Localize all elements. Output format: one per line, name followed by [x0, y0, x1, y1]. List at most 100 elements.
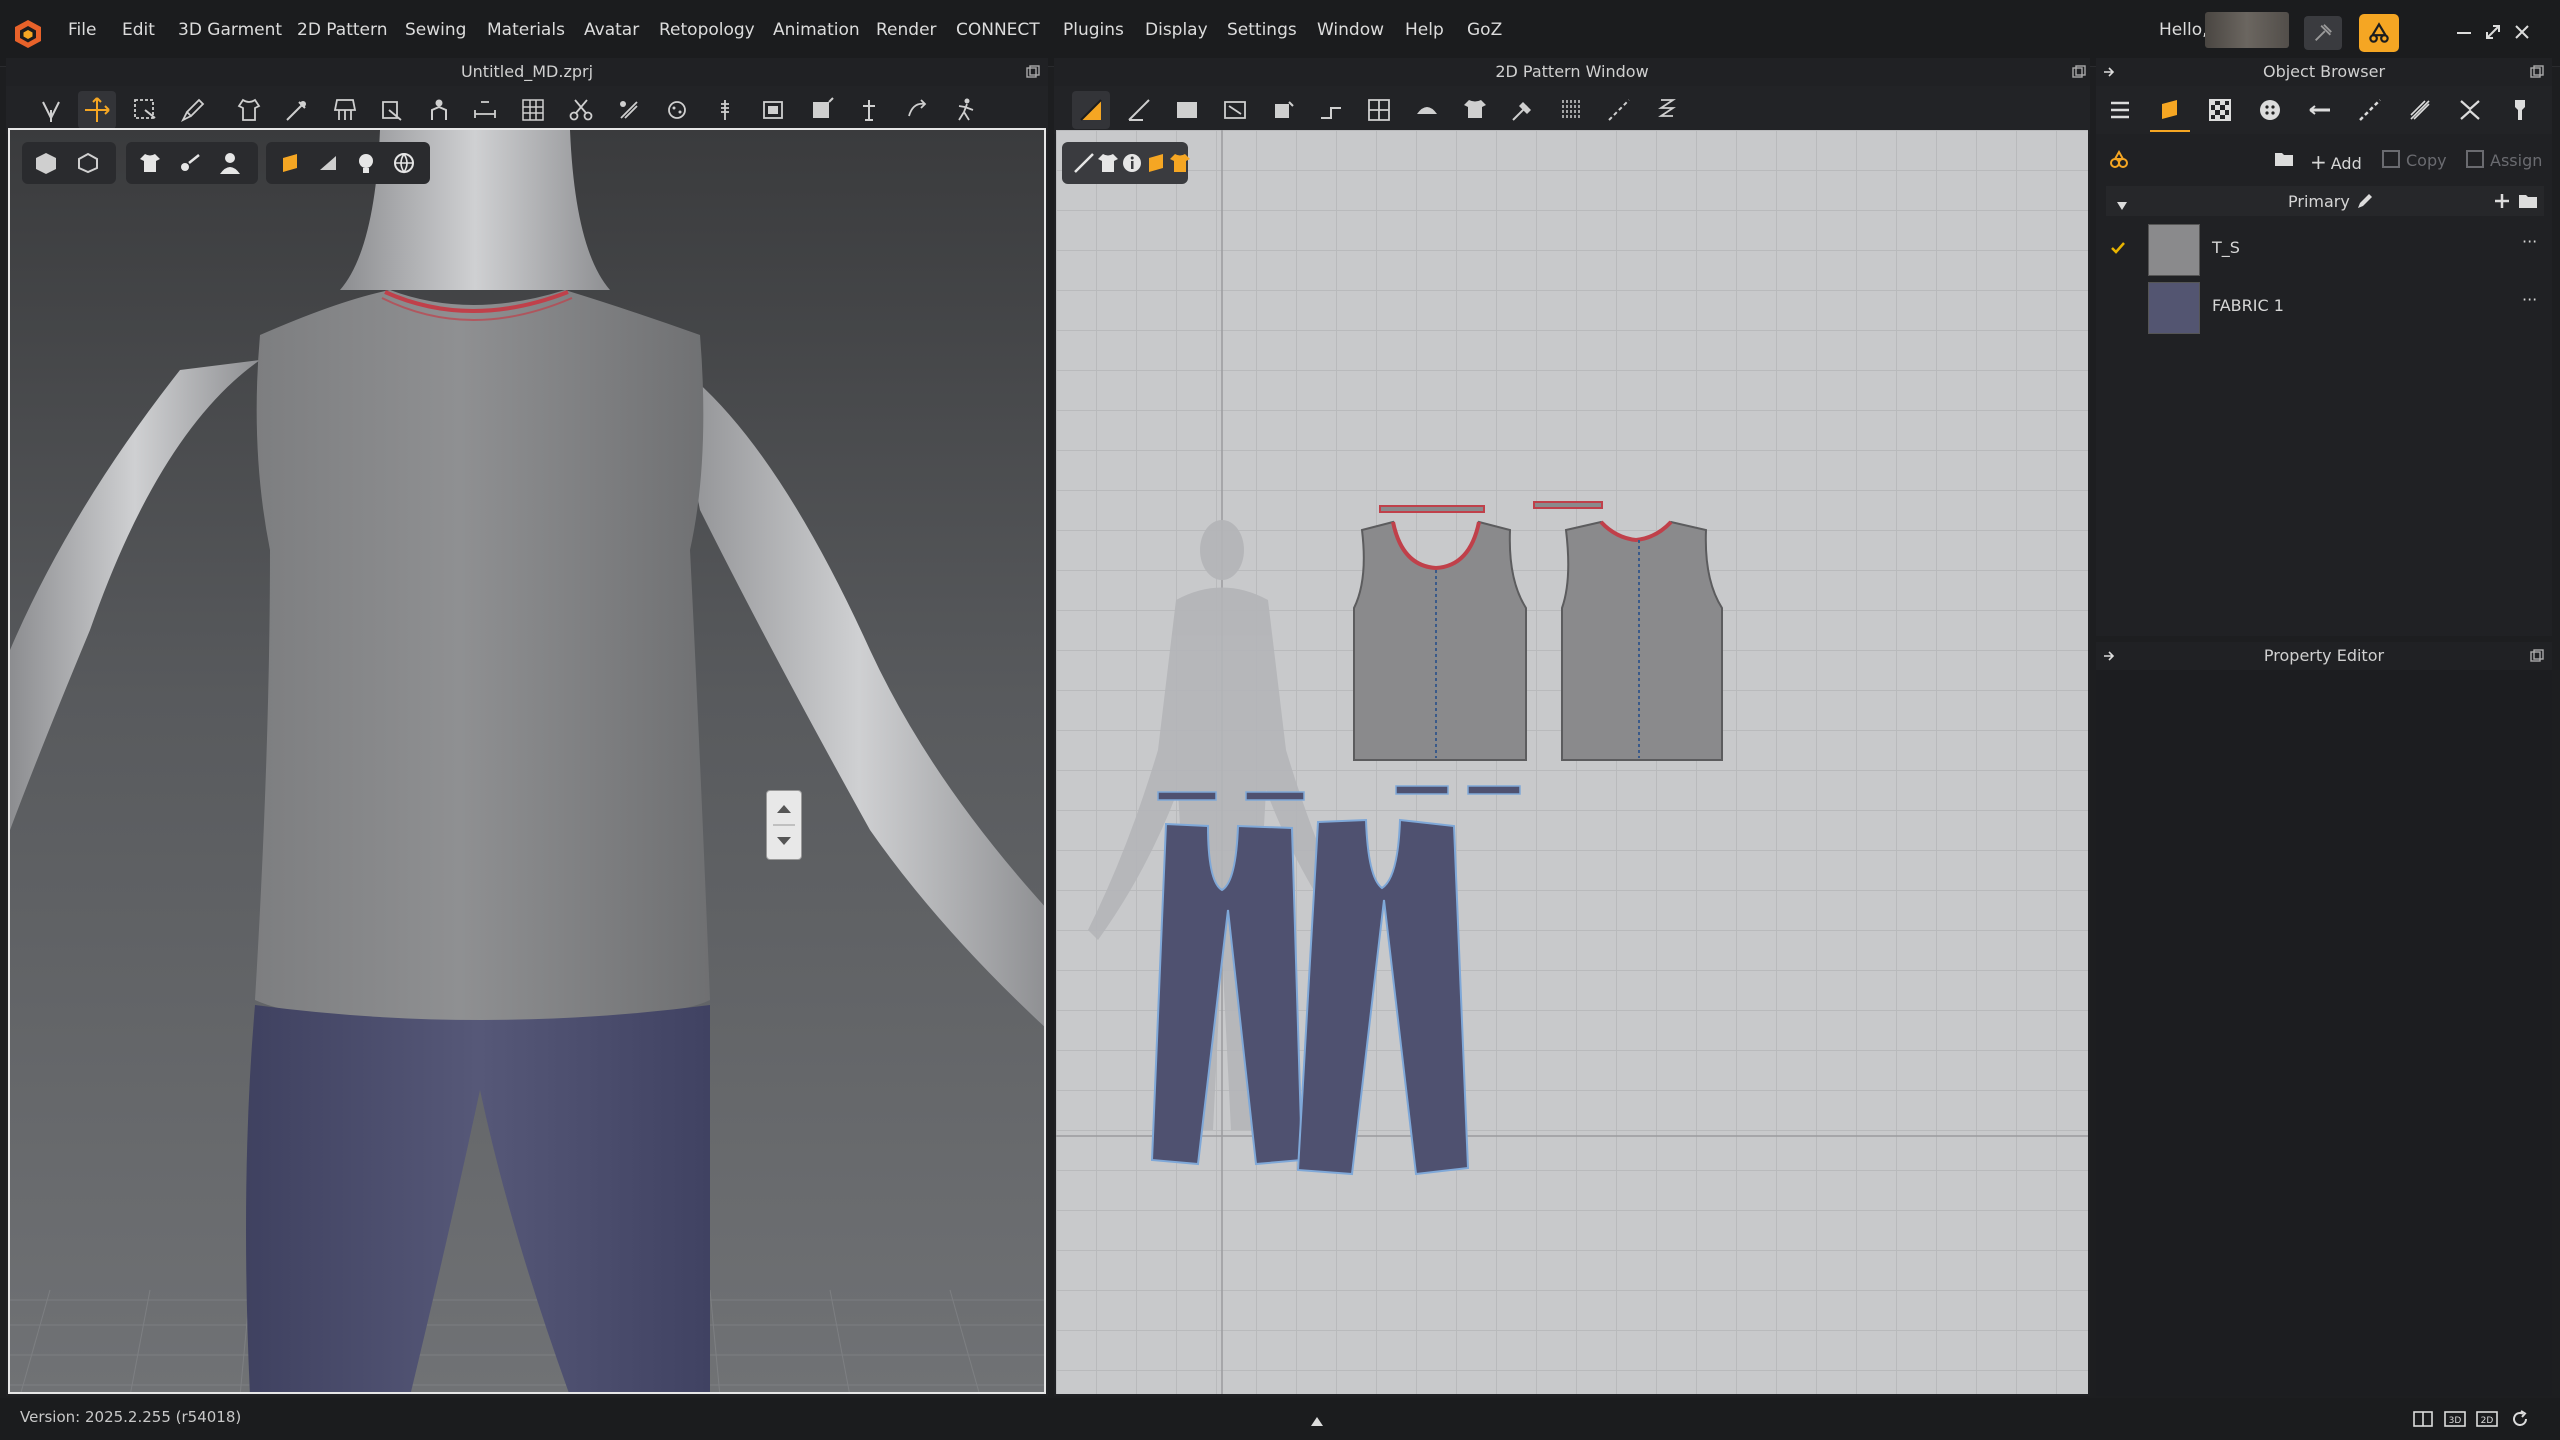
topstitch-tab-icon[interactable] [2350, 90, 2390, 130]
undock-icon[interactable] [2530, 648, 2544, 662]
assign-button[interactable]: Assign [2466, 150, 2542, 170]
pin-tool-icon[interactable] [278, 91, 316, 129]
checker-tab-icon[interactable] [2200, 90, 2240, 130]
refresh-icon[interactable] [2510, 1409, 2530, 1429]
grid-pattern-tool[interactable] [1360, 91, 1398, 129]
zipper-tool-icon[interactable] [706, 91, 744, 129]
fabric-palette-icon[interactable] [2108, 148, 2130, 170]
avatar[interactable] [2205, 12, 2289, 48]
rectangle-tool[interactable] [1168, 91, 1206, 129]
restore-icon[interactable] [2483, 22, 2503, 42]
menu-help[interactable]: Help [1405, 20, 1444, 40]
avatar-icon[interactable] [212, 145, 248, 181]
tack-tool-icon[interactable] [372, 91, 410, 129]
button-tool-icon[interactable] [658, 91, 696, 129]
expand-up-icon[interactable] [1310, 1412, 1324, 1426]
brush-tool[interactable] [174, 91, 212, 129]
move-tool[interactable] [78, 91, 116, 129]
trim-tab-icon[interactable] [2450, 90, 2490, 130]
shading-icon[interactable] [310, 145, 346, 181]
fabric-tab-icon[interactable] [2150, 90, 2190, 132]
menu-window[interactable]: Window [1317, 20, 1384, 40]
menu-edit[interactable]: Edit [122, 20, 155, 40]
menu-file[interactable]: File [68, 20, 96, 40]
menu-retopology[interactable]: Retopology [659, 20, 755, 40]
cube-view-icon[interactable] [28, 145, 64, 181]
fold-tool-icon[interactable] [326, 91, 364, 129]
menu-avatar[interactable]: Avatar [584, 20, 639, 40]
menu-connect[interactable]: CONNECT [956, 20, 1040, 40]
menu-display[interactable]: Display [1145, 20, 1208, 40]
pose-tool-icon[interactable] [946, 91, 984, 129]
layout-3d-icon[interactable]: 3D [2444, 1410, 2466, 1428]
list-view-icon[interactable] [2100, 90, 2140, 130]
zigzag-tool[interactable] [1648, 91, 1686, 129]
add-button[interactable]: + Add [2310, 150, 2362, 174]
button-tab-icon[interactable] [2250, 90, 2290, 130]
menu-animation[interactable]: Animation [773, 20, 860, 40]
list-item[interactable]: FABRIC 1 ··· [2102, 278, 2548, 334]
layout-split-icon[interactable] [2413, 1410, 2433, 1428]
zoom-stepper[interactable] [766, 790, 802, 860]
menu-settings[interactable]: Settings [1227, 20, 1297, 40]
avatar-display-icon[interactable] [70, 145, 106, 181]
more-icon[interactable]: ··· [2522, 290, 2537, 309]
internal-shape-tool[interactable] [1264, 91, 1302, 129]
menu-plugins[interactable]: Plugins [1063, 20, 1124, 40]
topstitch-tool-icon[interactable] [754, 91, 792, 129]
pin-display-icon[interactable] [172, 145, 208, 181]
menu-3d-garment[interactable]: 3D Garment [178, 20, 282, 40]
dart-tool[interactable] [1408, 91, 1446, 129]
undock-icon[interactable] [1026, 64, 1040, 78]
add-group-icon[interactable] [2492, 191, 2512, 211]
segment-tool[interactable] [1312, 91, 1350, 129]
menu-sewing[interactable]: Sewing [405, 20, 466, 40]
more-icon[interactable]: ··· [2522, 232, 2537, 251]
viewport3d-canvas[interactable] [8, 128, 1046, 1394]
select-mesh-tool[interactable] [32, 91, 70, 129]
shirt-pattern-icon[interactable] [1456, 91, 1494, 129]
buttonhole-tab-icon[interactable] [2300, 90, 2340, 130]
edit-pattern-tool[interactable] [1120, 91, 1158, 129]
shirt-icon[interactable] [132, 145, 168, 181]
chevron-down-icon[interactable] [2116, 196, 2128, 210]
app-logo-icon[interactable] [12, 18, 44, 50]
copy-button[interactable]: Copy [2382, 150, 2447, 170]
texture-display-icon[interactable] [272, 145, 308, 181]
pattern-canvas[interactable] [1056, 130, 2088, 1394]
menu-materials[interactable]: Materials [487, 20, 565, 40]
transform-pattern-tool[interactable] [1072, 91, 1110, 129]
layout-2d-icon[interactable]: 2D [2476, 1410, 2498, 1428]
avatar-tab-icon[interactable] [2500, 90, 2540, 130]
grid-tool-icon[interactable] [514, 91, 552, 129]
polygon-tool[interactable] [1216, 91, 1254, 129]
transform-tool-icon[interactable] [898, 91, 936, 129]
select-tool[interactable] [126, 91, 164, 129]
tools-icon[interactable] [2304, 16, 2342, 50]
avatar-pattern-icon[interactable] [1162, 145, 1198, 181]
sewing-tool-icon[interactable] [610, 91, 648, 129]
menu-2d-pattern[interactable]: 2D Pattern [297, 20, 387, 40]
measure-tool-icon[interactable] [466, 91, 504, 129]
menu-goz[interactable]: GoZ [1467, 20, 1502, 40]
connect-logo-icon[interactable] [2359, 14, 2399, 52]
undock-icon[interactable] [2530, 64, 2544, 78]
pin-pattern-icon[interactable] [1504, 91, 1542, 129]
globe-icon[interactable] [386, 145, 422, 181]
garment-tool-icon[interactable] [230, 91, 268, 129]
folder-icon[interactable] [2518, 192, 2538, 210]
undock-icon[interactable] [2072, 64, 2086, 78]
list-item[interactable]: T_S ··· [2102, 220, 2548, 276]
pencil-icon[interactable] [2356, 192, 2374, 210]
trim-tool-icon[interactable] [802, 91, 840, 129]
close-icon[interactable] [2512, 22, 2532, 42]
group-header[interactable]: Primary [2106, 186, 2544, 216]
avatar-tool-icon[interactable] [420, 91, 458, 129]
pleat-tool[interactable] [1552, 91, 1590, 129]
strap-tool-icon[interactable] [850, 91, 888, 129]
minimize-icon[interactable] [2454, 22, 2474, 42]
seam-line-tool[interactable] [1600, 91, 1638, 129]
folder-icon[interactable] [2274, 150, 2294, 168]
menu-render[interactable]: Render [876, 20, 937, 40]
zipper-tab-icon[interactable] [2400, 90, 2440, 130]
